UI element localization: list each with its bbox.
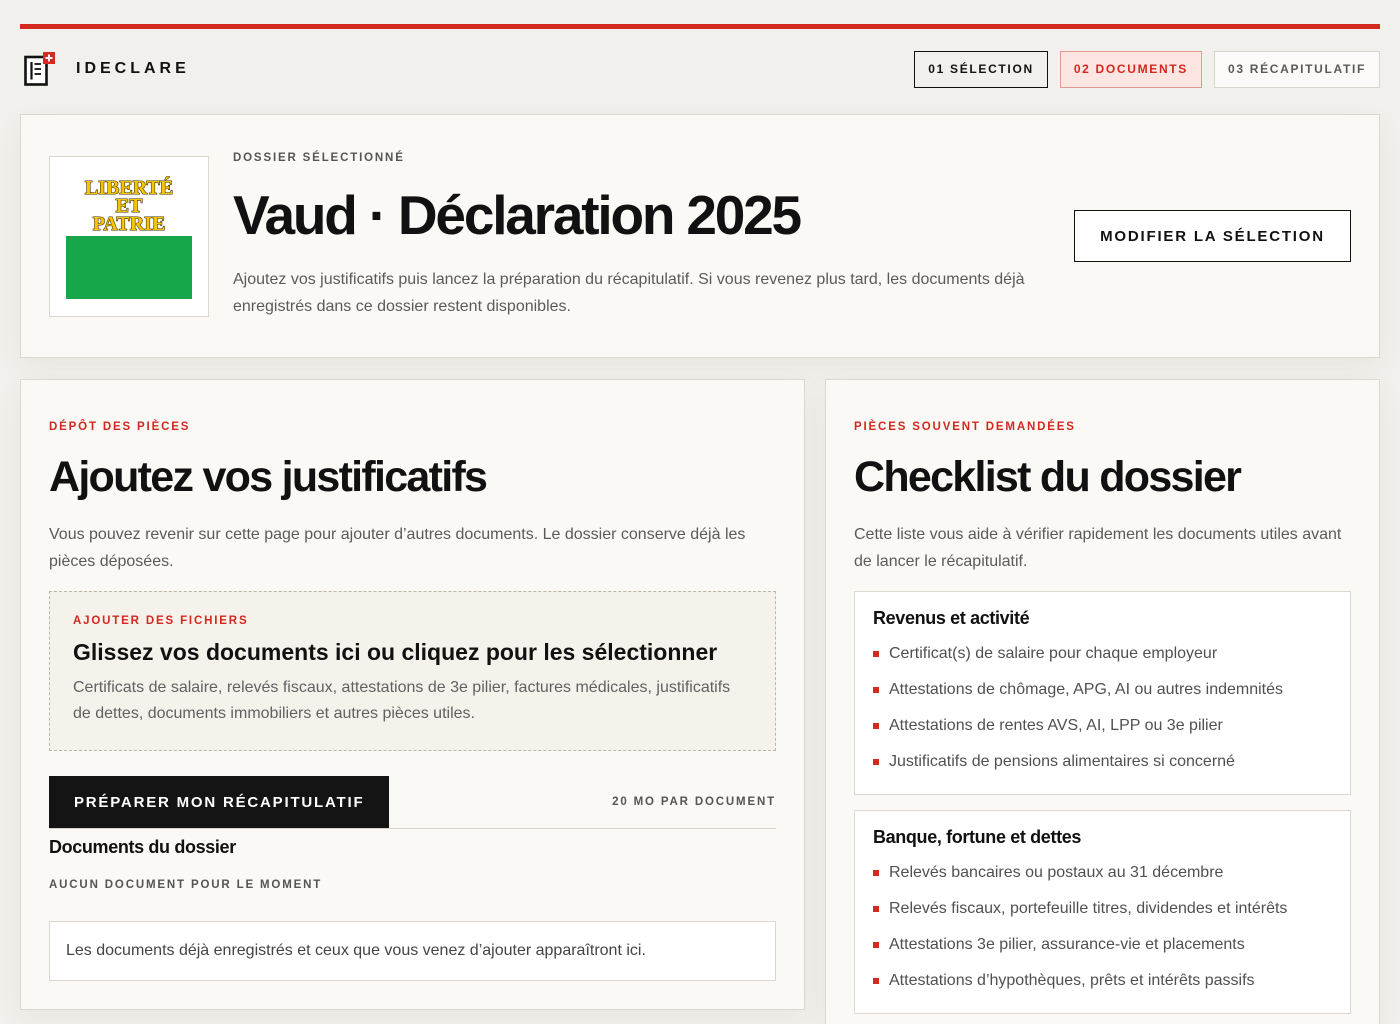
documents-title: Documents du dossier <box>49 837 236 857</box>
checklist-item-label: Justificatifs de pensions alimentaires s… <box>889 753 1235 770</box>
checklist-item: Relevés fiscaux, portefeuille titres, di… <box>873 897 1332 921</box>
red-square-bullet-icon <box>873 651 879 657</box>
checklist-item: Relevés bancaires ou postaux au 31 décem… <box>873 861 1332 885</box>
checklist-description: Cette liste vous aide à vérifier rapidem… <box>854 526 1342 570</box>
swiss-cross-icon <box>43 52 55 64</box>
checklist-item: Attestations 3e pilier, assurance-vie et… <box>873 933 1332 957</box>
upload-eyebrow: DÉPÔT DES PIÈCES <box>49 421 191 433</box>
logo-icon <box>24 52 55 86</box>
modify-selection-button[interactable]: MODIFIER LA SÉLECTION <box>1074 210 1351 262</box>
selected-dossier-card: LIBERTÉ ET PATRIE DOSSIER SÉLECTIONNÉ Va… <box>20 114 1380 358</box>
dropzone-title: Glissez vos documents ici ou cliquez pou… <box>73 639 718 665</box>
red-square-bullet-icon <box>873 906 879 912</box>
checklist-item: Attestations de chômage, APG, AI ou autr… <box>873 678 1332 702</box>
step-02-documents[interactable]: 02 DOCUMENTS <box>1059 50 1202 88</box>
prepare-recap-button[interactable]: PRÉPARER MON RÉCAPITULATIF <box>49 776 390 828</box>
checklist-item-label: Attestations de rentes AVS, AI, LPP ou 3… <box>889 717 1223 734</box>
checklist-items: Certificat(s) de salaire pour chaque emp… <box>873 642 1332 774</box>
checklist-panel: PIÈCES SOUVENT DEMANDÉES Checklist du do… <box>825 379 1380 1024</box>
action-row: PRÉPARER MON RÉCAPITULATIF 20 MO PAR DOC… <box>49 776 776 829</box>
upload-title: Ajoutez vos justificatifs <box>49 453 488 501</box>
brand-name: IDECLARE <box>76 60 190 77</box>
upload-description: Vous pouvez revenir sur cette page pour … <box>49 526 746 570</box>
checklist-group-banking: Banque, fortune et dettes Relevés bancai… <box>854 810 1351 1014</box>
red-square-bullet-icon <box>873 870 879 876</box>
checklist-item-label: Certificat(s) de salaire pour chaque emp… <box>889 645 1218 662</box>
documents-empty-message: Les documents déjà enregistrés et ceux q… <box>66 942 646 959</box>
vaud-flag: LIBERTÉ ET PATRIE <box>66 173 192 299</box>
checklist-title: Checklist du dossier <box>854 453 1242 501</box>
step-01-selection[interactable]: 01 SÉLECTION <box>914 50 1048 88</box>
dossier-title: Vaud · Déclaration 2025 <box>233 184 802 246</box>
checklist-item-label: Attestations 3e pilier, assurance-vie et… <box>889 936 1245 953</box>
dropzone-eyebrow: AJOUTER DES FICHIERS <box>73 615 249 627</box>
checklist-item-label: Relevés bancaires ou postaux au 31 décem… <box>889 864 1224 881</box>
checklist-group-title: Banque, fortune et dettes <box>873 827 1082 847</box>
step-03-recapitulatif[interactable]: 03 RÉCAPITULATIF <box>1214 50 1380 88</box>
flag-bottom-half <box>66 236 192 299</box>
checklist-item: Certificat(s) de salaire pour chaque emp… <box>873 642 1332 666</box>
main-content: DÉPÔT DES PIÈCES Ajoutez vos justificati… <box>20 379 1380 1024</box>
checklist-item-label: Relevés fiscaux, portefeuille titres, di… <box>889 900 1288 917</box>
checklist-item: Justificatifs de pensions alimentaires s… <box>873 750 1332 774</box>
checklist-group-title: Revenus et activité <box>873 608 1030 628</box>
checklist-item-label: Attestations de chômage, APG, AI ou autr… <box>889 681 1284 698</box>
documents-empty-state: Les documents déjà enregistrés et ceux q… <box>49 921 776 981</box>
red-square-bullet-icon <box>873 759 879 765</box>
checklist-item: Attestations de rentes AVS, AI, LPP ou 3… <box>873 714 1332 738</box>
red-square-bullet-icon <box>873 723 879 729</box>
brand-home-link[interactable]: IDECLARE <box>24 52 190 86</box>
dossier-info: DOSSIER SÉLECTIONNÉ Vaud · Déclaration 2… <box>233 152 1074 320</box>
flag-motto-line-3: PATRIE <box>93 213 166 235</box>
upload-panel: DÉPÔT DES PIÈCES Ajoutez vos justificati… <box>20 379 805 1010</box>
page: IDECLARE 01 SÉLECTION 02 DOCUMENTS 03 RÉ… <box>20 24 1380 1024</box>
checklist-item: Attestations d’hypothèques, prêts et int… <box>873 969 1332 993</box>
checklist-item-label: Attestations d’hypothèques, prêts et int… <box>889 972 1255 989</box>
checklist-items: Relevés bancaires ou postaux au 31 décem… <box>873 861 1332 993</box>
canton-flag-frame: LIBERTÉ ET PATRIE <box>49 155 209 317</box>
red-square-bullet-icon <box>873 942 879 948</box>
red-square-bullet-icon <box>873 687 879 693</box>
checklist-eyebrow: PIÈCES SOUVENT DEMANDÉES <box>854 421 1076 433</box>
step-navigation: 01 SÉLECTION 02 DOCUMENTS 03 RÉCAPITULAT… <box>914 50 1380 88</box>
dossier-description: Ajoutez vos justificatifs puis lancez la… <box>233 271 1025 315</box>
documents-status: AUCUN DOCUMENT POUR LE MOMENT <box>49 879 323 891</box>
file-dropzone[interactable]: AJOUTER DES FICHIERS Glissez vos documen… <box>49 591 776 751</box>
size-limit-note: 20 MO PAR DOCUMENT <box>612 796 776 808</box>
red-square-bullet-icon <box>873 978 879 984</box>
header: IDECLARE 01 SÉLECTION 02 DOCUMENTS 03 RÉ… <box>20 29 1380 109</box>
checklist-group-income: Revenus et activité Certificat(s) de sal… <box>854 591 1351 795</box>
dossier-eyebrow: DOSSIER SÉLECTIONNÉ <box>233 152 405 164</box>
dropzone-description: Certificats de salaire, relevés fiscaux,… <box>73 679 731 722</box>
